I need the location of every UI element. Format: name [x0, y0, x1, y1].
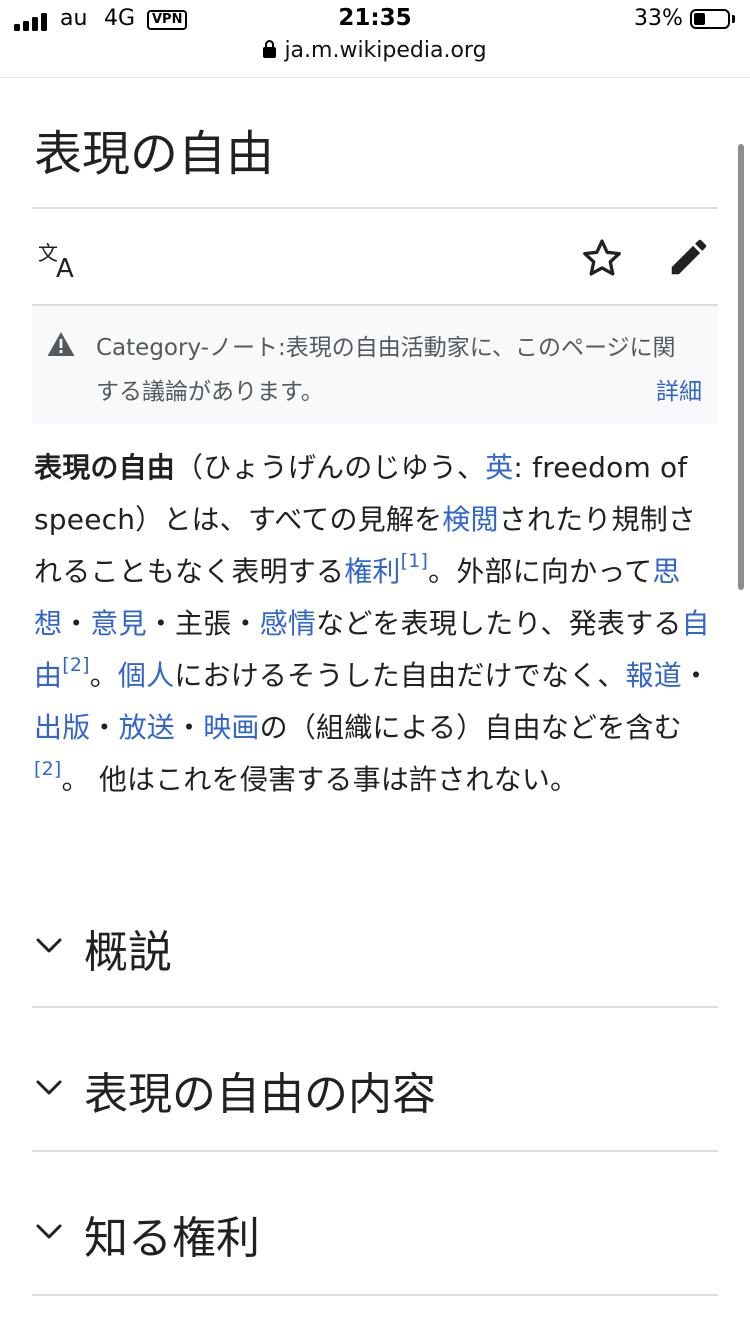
link-english[interactable]: 英: [485, 451, 513, 484]
link-emotion[interactable]: 感情: [260, 607, 316, 640]
link-opinion[interactable]: 意見: [90, 607, 146, 640]
lead-text: ・: [62, 607, 91, 640]
link-news[interactable]: 報道: [626, 659, 682, 692]
title-divider: [32, 207, 718, 209]
link-individual[interactable]: 個人: [118, 659, 174, 692]
section-divider: [32, 1150, 718, 1152]
lead-text: ・: [175, 711, 204, 744]
lead-text: ・主張・: [146, 607, 260, 640]
section-title: 概説: [84, 927, 172, 978]
link-film[interactable]: 映画: [203, 711, 259, 744]
section-overview[interactable]: 概説: [32, 898, 718, 998]
lead-text: の（組織による）自由などを含む: [259, 711, 682, 744]
link-broadcasting[interactable]: 放送: [119, 711, 175, 744]
lead-text: 。 他はこれを侵害する事は許されない。: [61, 763, 579, 796]
battery-icon: [690, 9, 730, 29]
lead-text: 。: [89, 659, 118, 692]
svg-text:文: 文: [38, 241, 58, 265]
lead-paragraph: 表現の自由（ひょうげんのじゆう、英: freedom of speech）とは、…: [34, 442, 724, 806]
section-title: 表現の自由の内容: [84, 1069, 436, 1120]
lead-text: 。外部に向かって: [428, 555, 653, 588]
svg-text:A: A: [56, 254, 74, 280]
url-text[interactable]: ja.m.wikipedia.org: [284, 38, 486, 63]
reference-link[interactable]: [1]: [401, 550, 429, 572]
lead-text: などを表現したり、発表する: [316, 607, 682, 640]
scrollbar[interactable]: [738, 144, 744, 590]
lead-text: （ひょうげんのじゆう、: [175, 451, 486, 484]
lock-icon: [263, 39, 277, 58]
pencil-icon[interactable]: [666, 234, 712, 280]
link-censorship[interactable]: 検閲: [442, 503, 498, 536]
talk-notice[interactable]: Category-ノート:表現の自由活動家に、このページに関する議論があります。…: [32, 306, 718, 424]
notice-details-link[interactable]: 詳細: [656, 370, 702, 414]
chevron-down-icon: [36, 1080, 62, 1095]
star-icon[interactable]: [580, 236, 624, 280]
section-title: 知る権利: [84, 1213, 260, 1264]
status-bar: au 4G VPN 21:35 33%: [0, 0, 750, 40]
section-content-of-freedom[interactable]: 表現の自由の内容: [32, 1040, 718, 1140]
translate-icon[interactable]: 文 A: [38, 240, 84, 280]
reference-link[interactable]: [2]: [62, 654, 90, 676]
section-divider: [32, 1006, 718, 1008]
warning-icon: [47, 332, 75, 356]
link-publishing[interactable]: 出版: [34, 711, 90, 744]
chevron-down-icon: [36, 1224, 62, 1239]
lead-term: 表現の自由: [34, 451, 176, 484]
page-title: 表現の自由: [34, 126, 275, 182]
lead-text: ・: [90, 711, 119, 744]
notice-message: Category-ノート:表現の自由活動家に、このページに関する議論があります。: [96, 335, 676, 405]
link-right[interactable]: 権利: [344, 555, 400, 588]
lead-text: におけるそうした自由だけでなく、: [174, 659, 626, 692]
lead-text: ・: [681, 659, 711, 692]
section-right-to-know[interactable]: 知る権利: [32, 1184, 718, 1284]
battery-percentage: 33%: [634, 6, 683, 31]
chevron-down-icon: [36, 938, 62, 953]
battery-cap: [732, 15, 735, 23]
section-divider: [32, 1294, 718, 1296]
address-bar[interactable]: ja.m.wikipedia.org: [0, 38, 750, 78]
reference-link[interactable]: [2]: [34, 758, 62, 780]
